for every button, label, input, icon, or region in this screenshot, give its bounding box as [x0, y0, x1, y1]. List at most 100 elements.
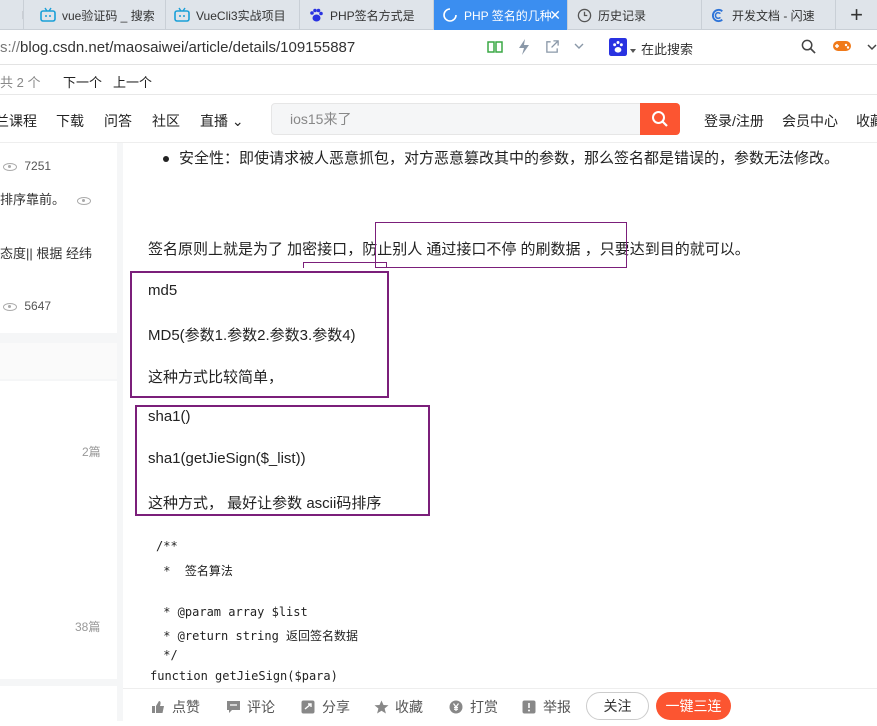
- category-count: 38篇: [75, 620, 101, 634]
- url-scheme: s://: [0, 39, 21, 56]
- tab-label: PHP签名方式是: [330, 8, 415, 23]
- share-label: 分享: [322, 699, 350, 715]
- gamepad-icon[interactable]: [832, 38, 852, 57]
- bullet-text: 安全性：即使请求被人恶意抓包，对方恶意篡改其中的参数，那么签名都是错误的，参数无…: [179, 150, 840, 167]
- clock-icon: [576, 7, 592, 23]
- code-line: /**: [156, 539, 178, 553]
- share-link-icon[interactable]: [545, 39, 560, 57]
- tab-bilibili[interactable]: 哩哩: [0, 0, 24, 30]
- bullet-dot: [163, 156, 169, 163]
- article-action-bar: 点赞 评论 分享 收藏 打赏 举报 关注 一键三连: [123, 688, 877, 721]
- loading-spinner-icon: [442, 7, 458, 23]
- view-count-row: 7251: [3, 159, 51, 173]
- report-flag-icon: [521, 700, 537, 714]
- member-center-link[interactable]: 会员中心: [782, 111, 838, 131]
- follow-button[interactable]: 关注: [586, 692, 649, 720]
- view-count: 5647: [24, 299, 52, 313]
- tab-label: 开发文档 - 闪速: [732, 8, 815, 23]
- close-tab-icon[interactable]: ✕: [549, 7, 561, 24]
- sidebar-article-text: 排序靠前。: [0, 192, 66, 207]
- reward-button[interactable]: 打赏: [448, 697, 498, 717]
- nav-qa[interactable]: 问答: [104, 111, 132, 131]
- share-icon: [300, 700, 316, 714]
- sidebar-card: [0, 686, 117, 726]
- comment-label: 评论: [247, 699, 275, 715]
- reading-mode-icon[interactable]: [487, 39, 503, 58]
- lightning-icon[interactable]: [518, 39, 530, 58]
- comment-button[interactable]: 评论: [225, 697, 275, 717]
- baidu-search-engine-icon[interactable]: [609, 38, 627, 59]
- tab-history[interactable]: 历史记录: [568, 0, 702, 30]
- more-menu-icon[interactable]: [866, 39, 877, 58]
- like-button[interactable]: 点赞: [150, 697, 200, 717]
- sidebar-article-title[interactable]: 排序靠前。: [0, 189, 91, 208]
- code-line: * @return string 返回签名数据: [156, 629, 359, 643]
- reward-label: 打赏: [470, 699, 498, 715]
- md5-formula: MD5(参数1.参数2.参数3.参数4): [148, 327, 356, 344]
- article-content: 安全性：即使请求被人恶意抓包，对方恶意篡改其中的参数，那么签名都是错误的，参数无…: [123, 143, 877, 688]
- find-match-count: 共 2 个: [0, 75, 41, 90]
- sig-text-b: 加密接口: [287, 241, 348, 258]
- nav-live[interactable]: 直播 ⌄: [200, 111, 244, 131]
- csdn-header: 兰课程 下载 问答 社区 直播 ⌄ ios15来了 登录/注册 会员中心 收藏: [0, 95, 877, 143]
- login-register-link[interactable]: 登录/注册: [704, 111, 764, 131]
- sidebar-article-title[interactable]: 态度|| 根据 经纬: [0, 243, 92, 262]
- sha1-note: 这种方式， 最好让参数 ascii码排序: [148, 495, 382, 512]
- eye-icon: [3, 162, 17, 171]
- tab-label: VueCli3实战项目: [196, 8, 286, 23]
- tab-label: PHP 签名的几种: [464, 8, 552, 23]
- tab-vuecli3[interactable]: VueCli3实战项目: [166, 0, 300, 30]
- bilibili-tv-icon: [174, 7, 190, 23]
- code-line: */: [156, 648, 178, 662]
- tab-favicon-icon: [0, 7, 16, 23]
- left-sidebar: 7251 排序靠前。 态度|| 根据 经纬 5647 2篇 38篇: [0, 143, 123, 726]
- md5-note: 这种方式比较简单，: [148, 369, 284, 386]
- new-tab-button[interactable]: +: [850, 2, 863, 28]
- yen-coin-icon: [448, 700, 464, 714]
- tab-label: vue验证码 _ 搜索: [62, 8, 155, 23]
- csdn-search-input[interactable]: ios15来了: [271, 103, 641, 135]
- code-line: * 签名算法: [156, 564, 233, 578]
- nav-courses[interactable]: 兰课程: [0, 111, 37, 131]
- bullet-item: 安全性：即使请求被人恶意抓包，对方恶意篡改其中的参数，那么签名都是错误的，参数无…: [163, 147, 839, 168]
- view-count-row: 5647: [3, 299, 51, 313]
- url-field[interactable]: s://blog.csdn.net/maosaiwei/article/deta…: [0, 39, 355, 56]
- tab-php-signature[interactable]: PHP签名方式是: [300, 0, 434, 30]
- csdn-search-button[interactable]: [640, 103, 680, 135]
- find-next-button[interactable]: 下一个: [63, 72, 102, 91]
- report-button[interactable]: 举报: [521, 697, 571, 717]
- thumbs-up-icon: [150, 700, 166, 714]
- baidu-paw-icon: [308, 7, 324, 23]
- report-label: 举报: [543, 699, 571, 715]
- sha1-title: sha1(): [148, 408, 191, 425]
- sig-text-a: 签名原则上就是为了: [148, 241, 288, 258]
- one-click-triple-button[interactable]: 一键三连: [656, 692, 731, 720]
- comment-icon: [225, 700, 241, 714]
- tab-php-signature-active[interactable]: PHP 签名的几种 ✕: [434, 0, 568, 30]
- sidebar-article-card: 7251 排序靠前。 态度|| 根据 经纬 5647: [0, 143, 117, 333]
- share-button[interactable]: 分享: [300, 697, 350, 717]
- tab-dev-docs[interactable]: 开发文档 - 闪速: [702, 0, 836, 30]
- browser-tab-bar: 哩哩 vue验证码 _ 搜索 VueCli3实战项目 PHP签名方式是 PHP …: [0, 0, 877, 30]
- collect-label: 收藏: [395, 699, 423, 715]
- sidebar-section-header: [0, 343, 117, 379]
- engine-dropdown-icon[interactable]: [629, 42, 637, 58]
- nav-download[interactable]: 下载: [56, 111, 84, 131]
- chevron-down-icon[interactable]: [573, 39, 585, 55]
- code-block: /** * 签名算法 * @param array $list * @retur…: [149, 535, 849, 688]
- code-line: * @param array $list: [156, 605, 308, 619]
- collect-link[interactable]: 收藏: [856, 111, 877, 131]
- tab-vue-captcha[interactable]: vue验证码 _ 搜索: [32, 0, 166, 30]
- search-icon: [652, 111, 668, 127]
- bilibili-tv-icon: [40, 7, 56, 23]
- md5-title: md5: [148, 282, 178, 299]
- search-icon[interactable]: [801, 39, 816, 57]
- collect-button[interactable]: 收藏: [373, 697, 423, 717]
- nav-community[interactable]: 社区: [152, 111, 180, 131]
- address-search-label[interactable]: 在此搜索: [641, 39, 693, 58]
- sha1-call: sha1(getJieSign($_list)): [148, 450, 306, 467]
- find-prev-button[interactable]: 上一个: [113, 72, 152, 91]
- c-logo-icon: [710, 7, 726, 23]
- code-line: function getJieSign($para): [150, 669, 338, 683]
- address-bar: s://blog.csdn.net/maosaiwei/article/deta…: [0, 30, 877, 65]
